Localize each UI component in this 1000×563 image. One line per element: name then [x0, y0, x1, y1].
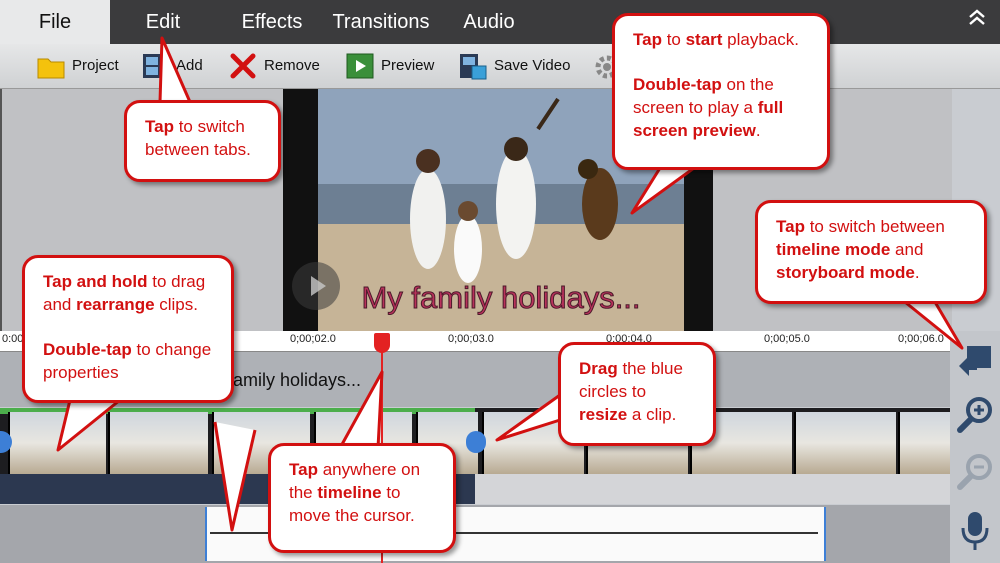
- callout-move-cursor: Tap anywhere on the timeline to move the…: [268, 443, 456, 553]
- callout-bold: Tap: [633, 30, 662, 49]
- callout-text: to: [661, 30, 686, 49]
- callout-text: clips.: [154, 295, 198, 314]
- callout-bold: resize: [579, 405, 628, 424]
- callout-bold: rearrange: [76, 295, 155, 314]
- callout-bold: timeline mode: [776, 240, 891, 259]
- callout-bold: Tap and hold: [43, 272, 148, 291]
- callout-bold: Double-tap: [43, 340, 132, 359]
- callout-rearrange: Tap and hold to drag and rearrange clips…: [22, 255, 234, 403]
- callout-bold: Drag: [579, 359, 618, 378]
- callout-text: to switch between: [804, 217, 945, 236]
- callout-bold: Tap: [776, 217, 805, 236]
- callout-bold: start: [685, 30, 723, 49]
- callout-bold: timeline: [317, 483, 382, 502]
- callout-playback: Tap to start playback. Double-tap on the…: [612, 13, 830, 170]
- callout-bold: Tap: [289, 460, 318, 479]
- callout-text: .: [755, 121, 761, 140]
- callout-text: playback.: [722, 30, 799, 49]
- callout-bold: storyboard mode: [776, 263, 915, 282]
- callout-text: and: [890, 240, 924, 259]
- callout-bold: Double-tap: [633, 75, 722, 94]
- callout-text: a clip.: [627, 405, 677, 424]
- callout-text: .: [914, 263, 920, 282]
- callout-bold: Tap: [145, 117, 174, 136]
- callout-switch-tabs: Tap to switch between tabs.: [124, 100, 281, 182]
- callout-view-mode: Tap to switch between timeline mode and …: [755, 200, 987, 304]
- callout-resize: Drag the blue circles to resize a clip.: [558, 342, 716, 446]
